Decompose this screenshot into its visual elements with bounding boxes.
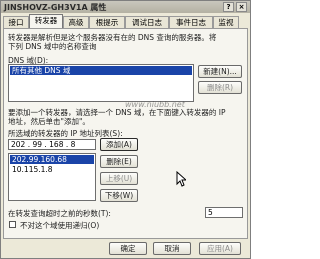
tab-root-hints[interactable]: 根提示 — [89, 16, 125, 28]
mouse-pointer-icon — [176, 171, 186, 187]
move-up-button[interactable]: 上移(U) — [100, 172, 138, 185]
ok-button[interactable]: 确定 — [109, 242, 147, 255]
move-down-button[interactable]: 下移(W) — [100, 189, 138, 202]
cancel-button[interactable]: 取消 — [153, 242, 191, 255]
delete-domain-button[interactable]: 删除(R) — [198, 81, 242, 94]
close-button[interactable]: × — [236, 2, 247, 12]
tab-monitoring[interactable]: 监视 — [213, 16, 239, 28]
tab-debug-logging[interactable]: 调试日志 — [125, 16, 169, 28]
forwarder-ip-list[interactable]: 202.99.160.68 10.115.1.8 — [8, 153, 96, 201]
forwarders-panel: 转发器是解析但是这个服务器没有在的 DNS 查询的服务器。将 下列 DNS 域中… — [3, 28, 248, 239]
ip-address-input[interactable]: 202 . 99 . 168 . 8 — [8, 139, 96, 150]
help-button[interactable]: ? — [223, 2, 234, 12]
title-bar[interactable]: JINSHOVZ-GH3V1A 属性 ? × — [1, 1, 250, 13]
no-recursion-label: 不对这个域使用递归(O) — [20, 221, 100, 230]
timeout-input[interactable]: 5 — [205, 207, 243, 218]
list-item[interactable]: 所有其他 DNS 域 — [10, 66, 192, 75]
list-item[interactable]: 202.99.160.68 — [10, 155, 94, 164]
list-item[interactable]: 10.115.1.8 — [12, 165, 53, 174]
window-title: JINSHOVZ-GH3V1A 属性 — [4, 3, 107, 12]
tab-event-logging[interactable]: 事件日志 — [169, 16, 213, 28]
properties-dialog: JINSHOVZ-GH3V1A 属性 ? × 接口 转发器 高级 根提示 调试日… — [0, 0, 251, 259]
tab-advanced[interactable]: 高级 — [63, 16, 89, 28]
tab-strip: 接口 转发器 高级 根提示 调试日志 事件日志 监视 — [1, 14, 250, 28]
add-description-line-2: 地址，然后单击"添加"。 — [8, 117, 90, 126]
add-forwarder-button[interactable]: 添加(A) — [100, 138, 138, 151]
apply-button[interactable]: 应用(A) — [199, 242, 241, 255]
description-line-2: 下列 DNS 域中的名称查询 — [8, 42, 97, 51]
timeout-label: 在转发查询超时之前的秒数(T): — [8, 209, 111, 218]
dns-domain-list[interactable]: 所有其他 DNS 域 — [8, 64, 194, 102]
no-recursion-checkbox[interactable] — [9, 221, 16, 228]
remove-forwarder-button[interactable]: 删除(E) — [100, 155, 138, 168]
new-domain-button[interactable]: 新建(N)... — [198, 65, 242, 78]
tab-interfaces[interactable]: 接口 — [3, 16, 29, 28]
tab-forwarders[interactable]: 转发器 — [29, 14, 63, 28]
